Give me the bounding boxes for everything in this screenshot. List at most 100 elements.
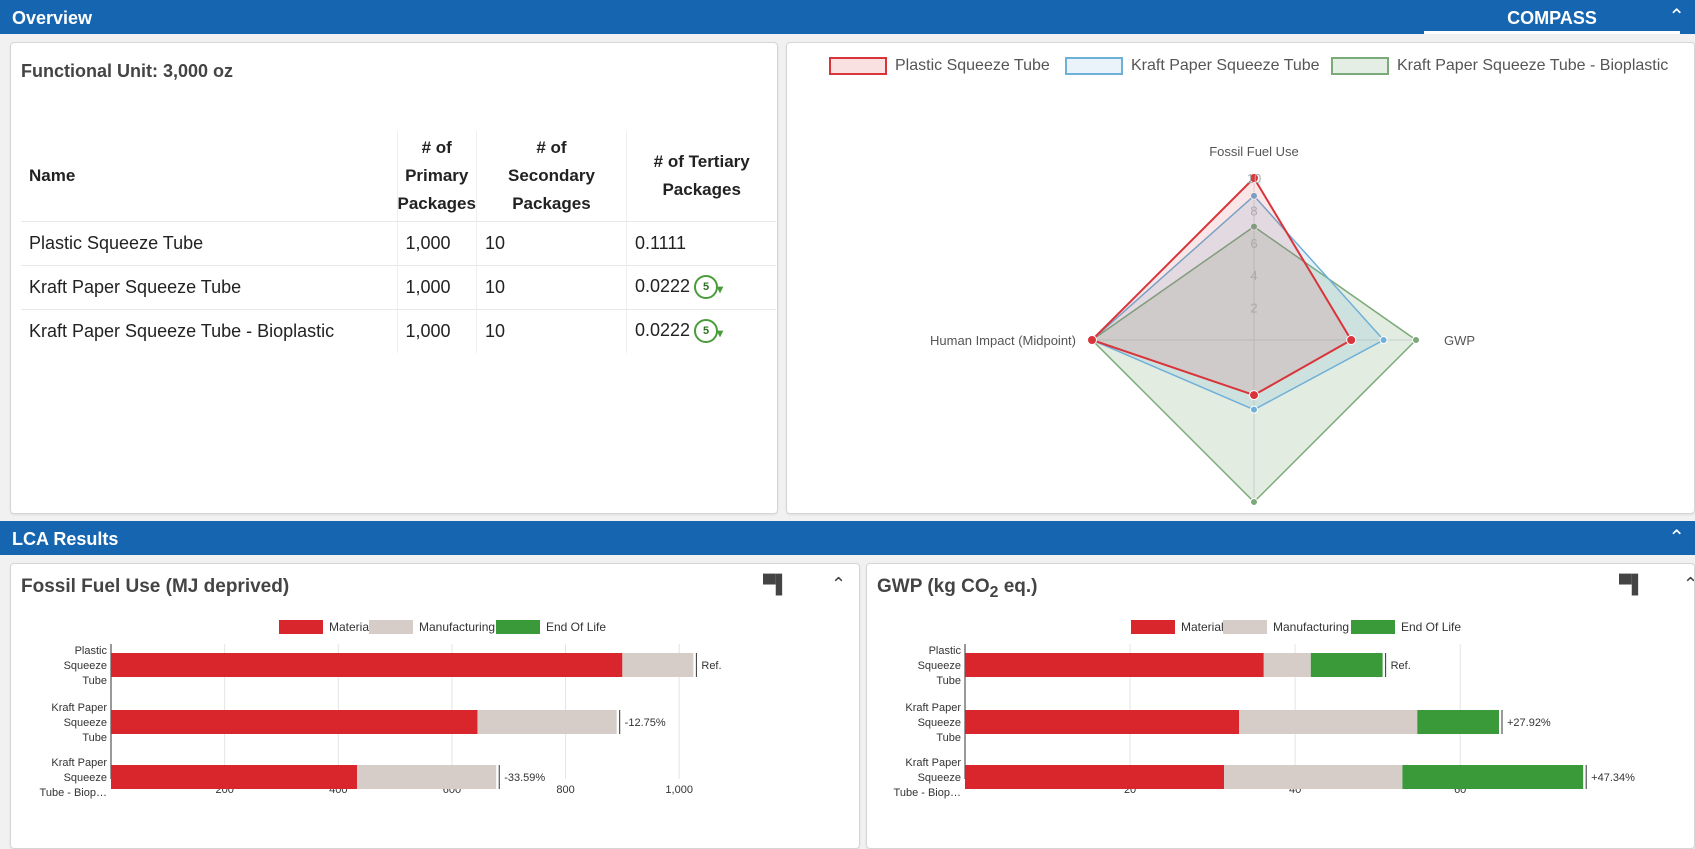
bar-segment	[1310, 653, 1383, 677]
category-label: Plastic	[929, 645, 962, 657]
bar-annotation: +47.34%	[1591, 772, 1635, 784]
radar-tick-label: 6	[1250, 236, 1257, 251]
category-label: Squeeze	[918, 772, 961, 784]
legend-manufacturing[interactable]: Manufacturing	[369, 620, 495, 634]
category-label: Squeeze	[918, 660, 961, 672]
category-label: Tube - Biop…	[894, 787, 961, 799]
packages-card: Functional Unit: 3,000 oz Name # of Prim…	[10, 42, 778, 514]
radar-point	[1249, 390, 1259, 401]
x-tick-label: 800	[556, 784, 574, 796]
header-primary: # of Primary Packages	[397, 131, 477, 221]
bar-segment	[357, 765, 497, 789]
bar-segment	[477, 710, 617, 734]
radar-card: Plastic Squeeze Tube Kraft Paper Squeeze…	[786, 42, 1695, 514]
radar-axis-label: Human Impact (Midpoint)	[930, 333, 1076, 348]
legend-bio[interactable]: Kraft Paper Squeeze Tube - Bioplastic	[1331, 57, 1668, 75]
radar-tick-label: 10	[1247, 171, 1261, 186]
x-tick-label: 1,000	[665, 784, 693, 796]
legend-label: Kraft Paper Squeeze Tube	[1131, 57, 1320, 74]
legend-label: Kraft Paper Squeeze Tube - Bioplastic	[1397, 57, 1669, 74]
cell-tertiary: 0.0222 5	[626, 308, 777, 353]
bar-segment	[1263, 653, 1311, 677]
category-label: Squeeze	[64, 772, 107, 784]
bar-segment	[1224, 765, 1403, 789]
radar-chart: 246810Fossil Fuel UseGWPWater Consumptio…	[930, 144, 1475, 506]
gwp-card: GWP (kg CO2 eq.) ▀▌ ⌃ Material Manufactu…	[866, 563, 1695, 849]
chart-toggle-icon[interactable]: ▀▌	[763, 574, 789, 595]
bar-annotation: +27.92%	[1507, 717, 1551, 729]
radar-point	[1379, 336, 1388, 344]
radar-axis-label: GWP	[1444, 333, 1475, 348]
cell-primary: 1,000	[397, 264, 477, 309]
category-label: Squeeze	[918, 717, 961, 729]
category-label: Tube	[936, 675, 961, 687]
legend-swatch	[1331, 57, 1389, 75]
chart-toggle-icon[interactable]: ▀▌	[1619, 574, 1645, 595]
reuse-cycle-icon[interactable]: 5	[694, 275, 723, 299]
category-label: Tube	[82, 675, 107, 687]
radar-tick-label: 2	[1250, 301, 1257, 316]
bar-segment	[965, 765, 1225, 789]
overview-header: Overview COMPASS ⌃	[0, 0, 1695, 34]
legend-end-of-life[interactable]: End Of Life	[496, 620, 606, 634]
collapse-lca-icon[interactable]: ⌃	[1668, 525, 1685, 550]
bar-segment	[1417, 710, 1499, 734]
radar-point	[1250, 405, 1258, 414]
header-tertiary: # of Tertiary Packages	[653, 151, 750, 199]
collapse-overview-icon[interactable]: ⌃	[1668, 4, 1685, 29]
category-label: Tube	[82, 732, 107, 744]
lca-title: LCA Results	[12, 529, 119, 549]
bar-segment	[965, 653, 1264, 677]
fossil-bar-chart: 200 400 600 800 1,000Ref.PlasticSqueezeTube-…	[40, 644, 722, 799]
cell-secondary: 10	[476, 220, 627, 265]
cell-primary: 1,000	[397, 308, 477, 353]
category-label: Tube - Biop…	[40, 787, 107, 799]
cell-secondary: 10	[476, 264, 627, 309]
header-name: Name	[21, 131, 398, 221]
bar-segment	[1402, 765, 1584, 789]
table-row[interactable]: Plastic Squeeze Tube 1,000 10 0.1111	[21, 220, 777, 265]
overview-title: Overview	[12, 8, 93, 28]
legend-manufacturing[interactable]: Manufacturing	[1223, 620, 1349, 634]
table-row[interactable]: Kraft Paper Squeeze Tube - Bioplastic 1,…	[21, 308, 777, 353]
bar-segment	[111, 710, 478, 734]
cell-tertiary: 0.0222 5	[626, 264, 777, 309]
tab-compass[interactable]: COMPASS	[1424, 0, 1680, 34]
radar-point	[1250, 498, 1258, 506]
cell-name: Plastic Squeeze Tube	[21, 220, 398, 265]
category-label: Kraft Paper	[51, 757, 107, 769]
category-label: Squeeze	[64, 660, 107, 672]
table-row[interactable]: Kraft Paper Squeeze Tube 1,000 10 0.0222…	[21, 264, 777, 309]
bar-segment	[111, 765, 358, 789]
bar-segment	[622, 653, 694, 677]
bar-annotation: -12.75%	[625, 717, 666, 729]
legend-plastic[interactable]: Plastic Squeeze Tube	[829, 57, 1050, 75]
category-label: Squeeze	[64, 717, 107, 729]
header-secondary: # of Secondary Packages	[476, 131, 627, 221]
legend-material[interactable]: Material	[279, 620, 372, 634]
fossil-fuel-card: Fossil Fuel Use (MJ deprived) ▀▌ ⌃ Mater…	[10, 563, 860, 849]
category-label: Kraft Paper	[905, 702, 961, 714]
collapse-chart-icon[interactable]: ⌃	[1683, 574, 1694, 595]
legend-kraft[interactable]: Kraft Paper Squeeze Tube	[1065, 57, 1320, 75]
functional-unit: Functional Unit: 3,000 oz	[21, 61, 234, 81]
legend-material[interactable]: Material	[1131, 620, 1224, 634]
collapse-chart-icon[interactable]: ⌃	[831, 574, 846, 595]
cell-secondary: 10	[476, 308, 627, 353]
reuse-cycle-icon[interactable]: 5	[694, 319, 723, 344]
cell-tertiary: 0.1111	[626, 220, 777, 265]
cell-name: Kraft Paper Squeeze Tube - Bioplastic	[21, 308, 398, 353]
gwp-chart-title: GWP (kg CO2 eq.)	[877, 576, 1038, 601]
gwp-bar-chart: 20 40 60Ref.PlasticSqueezeTube+27.92%Kraft…	[894, 644, 1635, 799]
radar-tick-label: 4	[1250, 268, 1257, 283]
bar-annotation: Ref.	[701, 660, 721, 672]
legend-swatch	[829, 57, 887, 75]
radar-tick-label: 8	[1250, 203, 1257, 218]
bar-segment	[1239, 710, 1418, 734]
legend-end-of-life[interactable]: End Of Life	[1351, 620, 1461, 634]
radar-point	[1087, 335, 1097, 345]
cell-primary: 1,000	[397, 220, 477, 265]
bar-annotation: Ref.	[1391, 660, 1411, 672]
lca-header: LCA Results ⌃	[0, 521, 1695, 555]
packages-table: Name # of Primary Packages # of Secondar…	[21, 131, 777, 353]
